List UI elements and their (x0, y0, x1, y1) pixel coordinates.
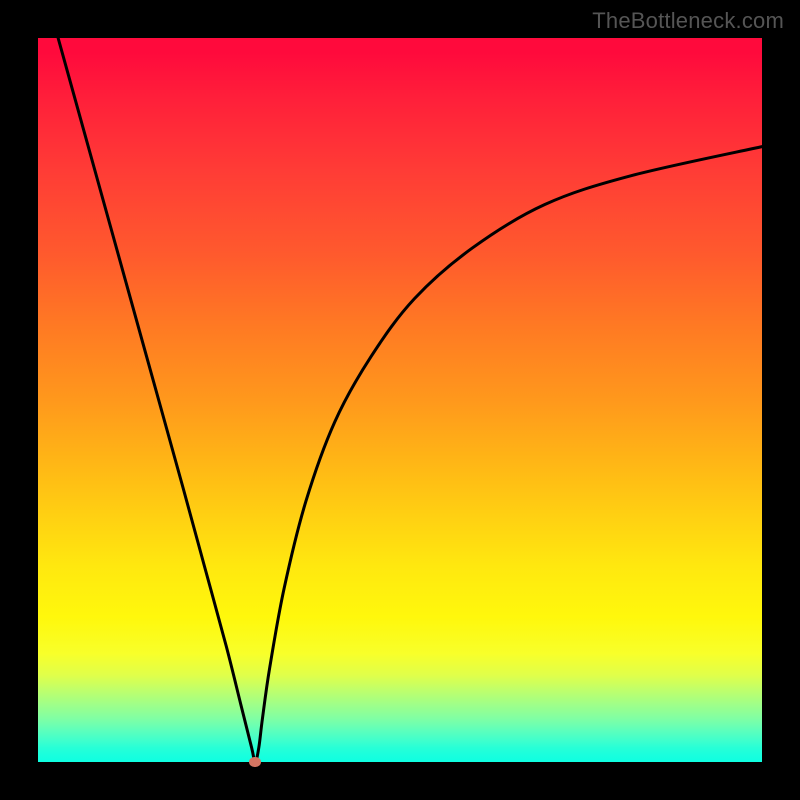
curve-path (38, 0, 762, 762)
optimal-point-marker (249, 757, 261, 767)
chart-frame: TheBottleneck.com (0, 0, 800, 800)
watermark-text: TheBottleneck.com (592, 8, 784, 34)
bottleneck-curve (38, 38, 762, 762)
plot-area (38, 38, 762, 762)
